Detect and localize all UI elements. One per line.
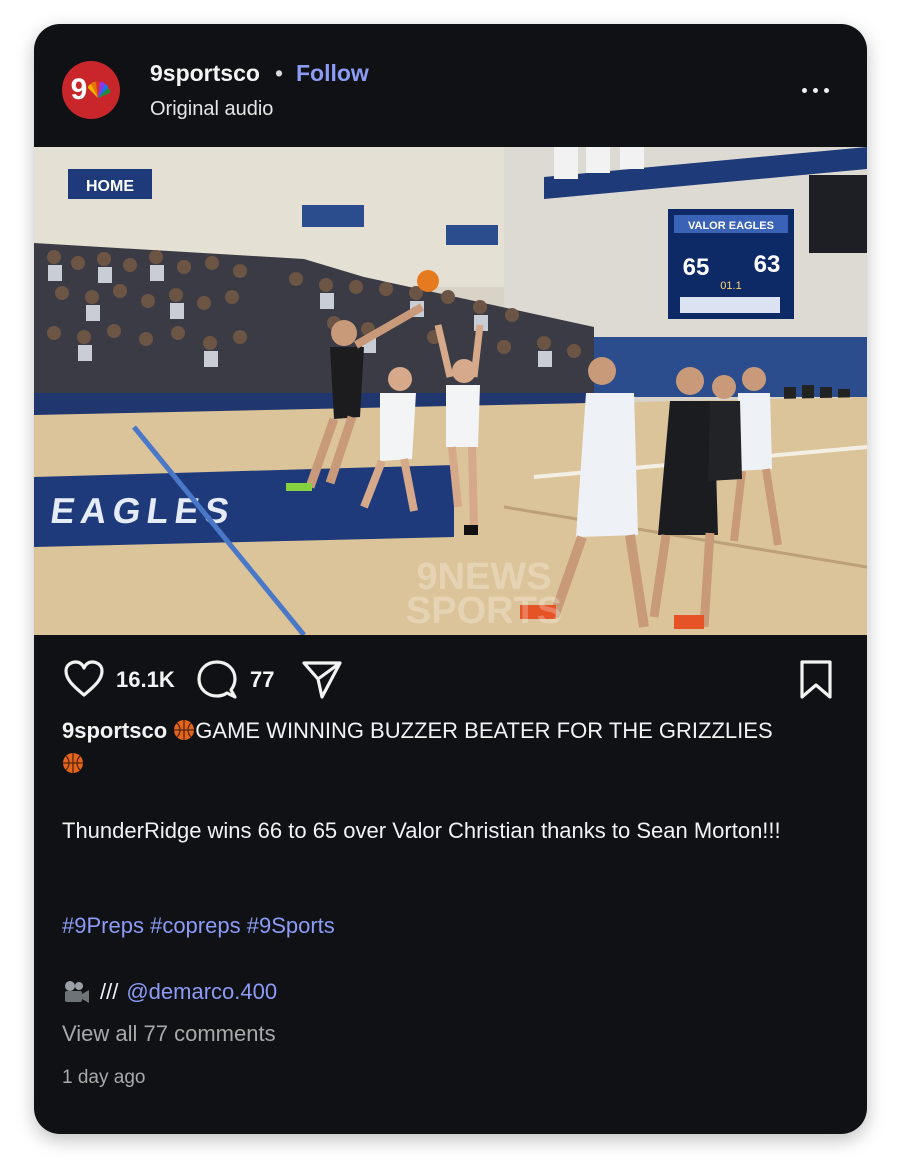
post-card: 9 9sportsco • Follow Original audio HOME… [34, 24, 867, 1134]
video-frame[interactable]: HOME VALOR EAGLES 65 63 01.1 EAGLES 9NEW… [34, 147, 867, 635]
scoreboard-clock: 01.1 [720, 280, 741, 292]
more-options-icon[interactable] [798, 78, 834, 102]
hashtag-link[interactable]: #9Preps [62, 913, 144, 938]
caption-title: GAME WINNING BUZZER BEATER FOR THE GRIZZ… [195, 718, 773, 743]
basketball-icon [63, 753, 83, 773]
avatar[interactable]: 9 [62, 61, 120, 119]
separator-dot: • [275, 60, 284, 86]
bookmark-icon[interactable] [798, 659, 834, 701]
peacock-logo-icon [88, 81, 111, 98]
likes-count[interactable]: 16.1K [116, 667, 175, 693]
movie-camera-icon [65, 981, 89, 1003]
caption-body: ThunderRidge wins 66 to 65 over Valor Ch… [62, 818, 781, 843]
court-eagles-text: EAGLES [48, 490, 238, 531]
video-credit: /// @demarco.400 [62, 979, 277, 1005]
watermark-line2: SPORTS [406, 590, 562, 632]
hashtag-list: #9Preps #copreps #9Sports [62, 913, 335, 939]
scoreboard-home-score: 65 [683, 254, 710, 281]
action-bar: 16.1K 77 [34, 635, 867, 715]
heart-icon[interactable] [62, 659, 106, 699]
credit-prefix: /// [100, 979, 119, 1004]
caption-username[interactable]: 9sportsco [62, 718, 167, 743]
view-all-comments-link[interactable]: View all 77 comments [62, 1021, 276, 1047]
comment-icon[interactable] [196, 659, 238, 701]
follow-button[interactable]: Follow [296, 60, 369, 87]
hashtag-link[interactable]: #copreps [150, 913, 241, 938]
scoreboard-title: VALOR EAGLES [688, 220, 774, 232]
home-banner-text: HOME [86, 178, 134, 195]
post-timestamp: 1 day ago [62, 1067, 146, 1088]
basketball-game-scene: HOME VALOR EAGLES 65 63 01.1 EAGLES 9NEW… [34, 147, 867, 635]
credit-mention-link[interactable]: @demarco.400 [126, 979, 277, 1005]
comments-count[interactable]: 77 [250, 667, 274, 693]
post-header: 9 9sportsco • Follow Original audio [34, 24, 867, 146]
caption-headline: 9sportsco GAME WINNING BUZZER BEATER FOR… [62, 714, 842, 780]
basketball-icon [174, 720, 195, 740]
audio-label[interactable]: Original audio [150, 98, 273, 121]
send-icon[interactable] [300, 659, 344, 701]
hashtag-link[interactable]: #9Sports [247, 913, 335, 938]
scoreboard-away-score: 63 [754, 251, 781, 278]
post-username[interactable]: 9sportsco [150, 60, 260, 87]
